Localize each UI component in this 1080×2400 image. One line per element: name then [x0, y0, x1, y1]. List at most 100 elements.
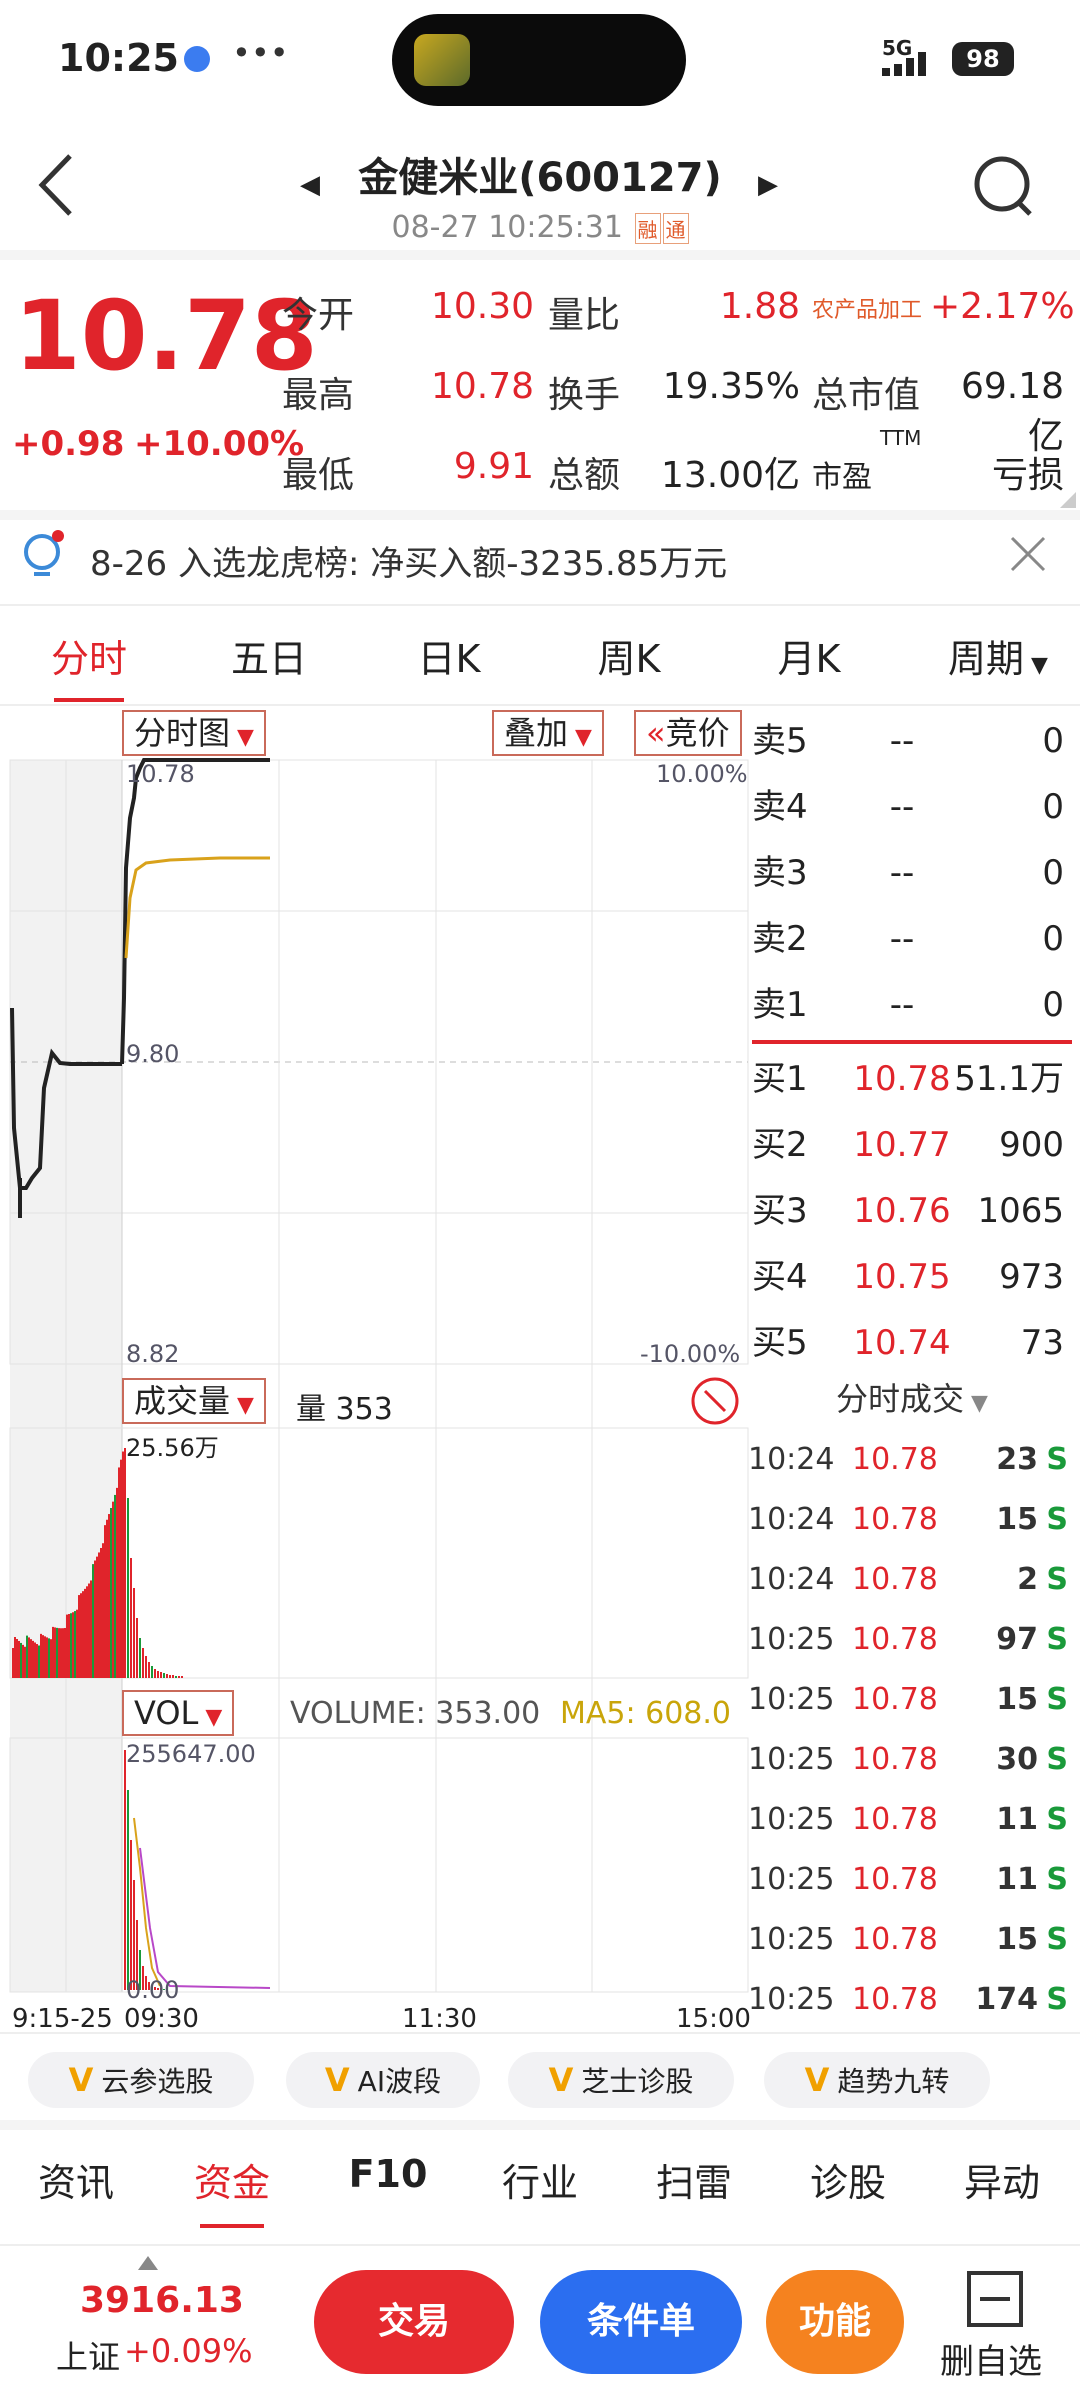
bottom-tab-indicator — [200, 2224, 264, 2228]
tab-minute[interactable]: 分时 — [14, 628, 164, 683]
divider — [0, 2032, 1080, 2034]
volume-selector[interactable]: 成交量 ▼ — [122, 1378, 266, 1424]
notice-text[interactable]: 8-26 入选龙虎榜: 净买入额-3235.85万元 — [90, 536, 727, 585]
volume-bar — [133, 1588, 135, 1678]
margin-tag: 融 — [634, 213, 661, 244]
chip-trend-nine[interactable]: V 趋势九转 — [764, 2052, 990, 2108]
tab-period[interactable]: 周期 ▼ — [918, 628, 1078, 683]
open-value: 10.30 — [430, 286, 534, 327]
auction-toggle[interactable]: «竞价 — [634, 710, 742, 756]
tick-time: 10:24 — [748, 1442, 835, 1477]
remove-watchlist-icon[interactable] — [966, 2270, 1024, 2328]
volume-ratio-label: 量比 — [548, 295, 621, 336]
tick-volume: 174 — [975, 1982, 1038, 2017]
now-playing-thumbnail — [414, 34, 470, 86]
ask-row[interactable]: 卖1 -- 0 — [752, 972, 1072, 1038]
volume-bar — [94, 1560, 96, 1678]
quote-timestamp: 08-27 10:25:31 融通 — [0, 210, 1080, 245]
bid-row[interactable]: 买2 10.77 900 — [752, 1112, 1072, 1178]
search-icon[interactable] — [972, 154, 1036, 218]
expand-icon[interactable] — [690, 1376, 740, 1426]
volume-bar — [60, 1628, 62, 1678]
tick-time: 10:25 — [748, 1742, 835, 1777]
volume-bar — [130, 1558, 132, 1678]
tab-capital[interactable]: 资金 — [162, 2152, 302, 2207]
volume-bar — [58, 1628, 60, 1678]
price-change-pct: +10.00% — [134, 424, 305, 464]
price-change: +0.98 — [12, 424, 125, 464]
vol2-bar — [130, 1840, 132, 1990]
volume-bar — [70, 1613, 72, 1678]
tick-volume: 11 — [996, 1862, 1038, 1897]
bid-row[interactable]: 买1 10.78 51.1万 — [752, 1046, 1072, 1112]
bid-row[interactable]: 买3 10.76 1065 — [752, 1178, 1072, 1244]
function-button[interactable]: 功能 — [766, 2270, 904, 2374]
index-value[interactable]: 3916.13 — [80, 2280, 244, 2321]
tick-price: 10.78 — [852, 1622, 938, 1657]
chip-cheese-diagnose[interactable]: V 芝士诊股 — [508, 2052, 734, 2108]
ask-row[interactable]: 卖2 -- 0 — [752, 906, 1072, 972]
x-label-close: 15:00 — [676, 2004, 751, 2034]
volume-bar — [127, 1498, 129, 1678]
tab-diagnose[interactable]: 诊股 — [778, 2152, 918, 2207]
volume-bar — [90, 1580, 92, 1678]
volume-bar — [56, 1627, 58, 1678]
sector-pct: +2.17% — [930, 286, 1075, 327]
volume-bar — [160, 1672, 162, 1678]
tab-weekly-k[interactable]: 周K — [554, 628, 704, 683]
tab-mine-sweep[interactable]: 扫雷 — [624, 2152, 764, 2207]
tab-anomaly[interactable]: 异动 — [932, 2152, 1072, 2207]
chip-cloud-picks[interactable]: V 云参选股 — [28, 2052, 254, 2108]
tab-industry[interactable]: 行业 — [470, 2152, 610, 2207]
volume-max-label: 25.56万 — [126, 1434, 219, 1462]
bid-row[interactable]: 买5 10.74 73 — [752, 1310, 1072, 1376]
expand-corner-icon[interactable] — [1060, 492, 1076, 508]
ask-row[interactable]: 卖3 -- 0 — [752, 840, 1072, 906]
minute-chart-selector[interactable]: 分时图 ▼ — [122, 710, 266, 756]
tick-volume: 30 — [996, 1742, 1038, 1777]
chip-ai-band[interactable]: V AI波段 — [286, 2052, 480, 2108]
tab-monthly-k[interactable]: 月K — [734, 628, 884, 683]
bid-price: 10.74 — [853, 1323, 951, 1363]
low-label: 最低 — [282, 455, 355, 496]
collapse-icon: « — [646, 714, 666, 752]
tab-five-day[interactable]: 五日 — [194, 628, 344, 683]
tick-row: 10:25 10.78 30 S — [748, 1730, 1072, 1790]
vol2-bars — [124, 1750, 168, 1990]
volume-bar — [166, 1674, 168, 1678]
tab-f10[interactable]: F10 — [318, 2152, 458, 2196]
tick-side: S — [1046, 1862, 1068, 1897]
overlay-selector[interactable]: 叠加 ▼ — [492, 710, 604, 756]
volume-bar — [22, 1644, 24, 1678]
close-icon[interactable] — [1010, 536, 1046, 572]
volume-bar — [110, 1508, 112, 1678]
tick-price: 10.78 — [852, 1862, 938, 1897]
vol-indicator-selector[interactable]: VOL ▼ — [122, 1690, 235, 1736]
volume-bar — [24, 1646, 26, 1678]
timestamp-text: 08-27 10:25:31 — [391, 210, 623, 245]
remove-watchlist-label[interactable]: 删自选 — [940, 2334, 1042, 2383]
tab-news[interactable]: 资讯 — [6, 2152, 146, 2207]
vol2-max-label: 255647.00 — [126, 1740, 256, 1768]
volume-bar — [26, 1635, 28, 1678]
ticks-title-row[interactable]: 分时成交 ▼ — [752, 1374, 1072, 1420]
volume-bar — [122, 1451, 124, 1678]
conditional-order-button[interactable]: 条件单 — [540, 2270, 742, 2374]
intraday-chart[interactable] — [0, 708, 750, 2008]
volume-bar — [74, 1611, 76, 1678]
sector-label[interactable]: 农产品加工 — [812, 292, 922, 324]
bid-price: 10.77 — [853, 1125, 951, 1165]
volume-bar — [46, 1637, 48, 1678]
ask-row[interactable]: 卖4 -- 0 — [752, 774, 1072, 840]
book-divider — [752, 1040, 1072, 1044]
tab-daily-k[interactable]: 日K — [374, 628, 524, 683]
trade-button[interactable]: 交易 — [314, 2270, 514, 2374]
ask-row[interactable]: 卖5 -- 0 — [752, 708, 1072, 774]
amount-value: 13.00亿 — [660, 455, 800, 496]
bid-row[interactable]: 买4 10.75 973 — [752, 1244, 1072, 1310]
pe-label: 市盈 — [812, 460, 872, 495]
tab-period-label: 周期 — [948, 637, 1025, 681]
volume-bar — [82, 1591, 84, 1678]
volume-bar — [80, 1593, 82, 1678]
next-stock-icon[interactable]: ▶ — [758, 170, 778, 200]
